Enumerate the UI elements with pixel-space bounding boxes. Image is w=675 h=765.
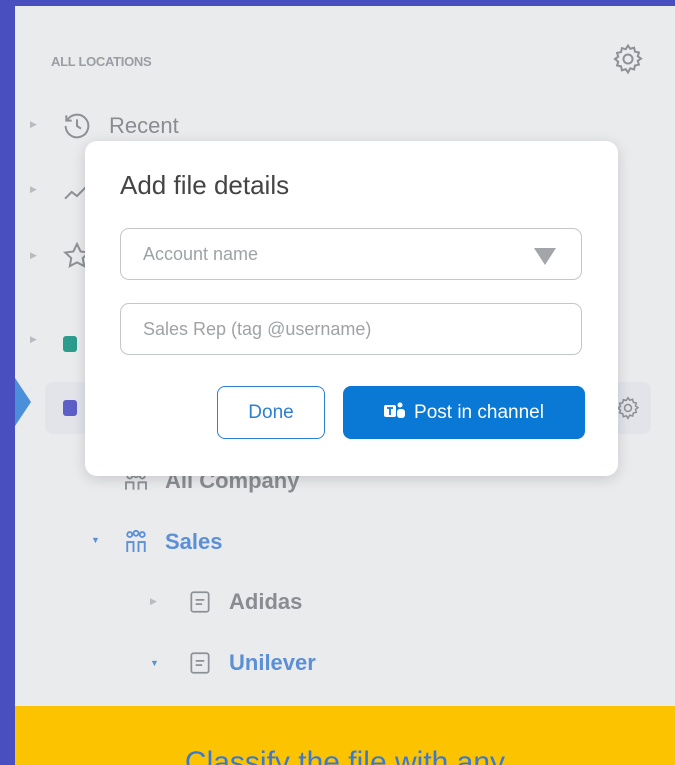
account-name-placeholder: Account name (143, 244, 259, 264)
sales-rep-input[interactable]: Sales Rep (tag @username) (120, 303, 582, 355)
dropdown-arrow-icon[interactable] (534, 248, 556, 265)
tree-item-unilever[interactable]: Unilever (187, 650, 316, 676)
expand-caret-icon[interactable]: ▶ (30, 184, 37, 195)
settings-gear-icon[interactable] (611, 42, 645, 76)
expand-caret-icon[interactable]: ▶ (30, 334, 37, 345)
done-button[interactable]: Done (217, 386, 325, 439)
sidebar-item-label: Recent (109, 113, 179, 138)
post-in-channel-button[interactable]: Post in channel (343, 386, 585, 439)
selection-marker (15, 378, 31, 426)
tree-item-label: Adidas (229, 589, 303, 614)
done-button-label: Done (248, 401, 294, 423)
team-icon (121, 527, 151, 557)
expand-caret-icon[interactable]: ▶ (150, 596, 157, 607)
collapse-caret-icon[interactable]: ▼ (150, 658, 159, 668)
all-locations-header: ALL LOCATIONS (51, 54, 152, 69)
tree-item-sales[interactable]: Sales (121, 527, 223, 557)
sharepoint-icon[interactable] (63, 336, 77, 352)
recent-icon (61, 110, 93, 142)
teams-icon (384, 401, 406, 425)
caption-text: Classify the file with any (184, 746, 506, 765)
channel-icon (187, 650, 213, 676)
expand-caret-icon[interactable]: ▶ (30, 119, 37, 130)
sidebar-item-recent[interactable]: Recent (61, 110, 179, 142)
expand-caret-icon[interactable]: ▶ (30, 250, 37, 261)
account-name-select[interactable]: Account name (120, 228, 582, 280)
sales-rep-placeholder: Sales Rep (tag @username) (143, 319, 372, 339)
tree-item-label: Sales (165, 529, 223, 554)
tree-item-label: Unilever (229, 650, 316, 675)
dialog-title: Add file details (120, 170, 290, 200)
collapse-caret-icon[interactable]: ▼ (91, 535, 100, 545)
caption-banner: Classify the file with any (15, 706, 675, 765)
teams-settings-gear-icon[interactable] (615, 395, 641, 421)
post-button-label: Post in channel (414, 401, 544, 423)
add-file-details-dialog: Add file details Account name Sales Rep … (85, 141, 618, 476)
teams-icon[interactable] (63, 400, 77, 416)
tree-item-adidas[interactable]: Adidas (187, 589, 302, 615)
channel-icon (187, 589, 213, 615)
